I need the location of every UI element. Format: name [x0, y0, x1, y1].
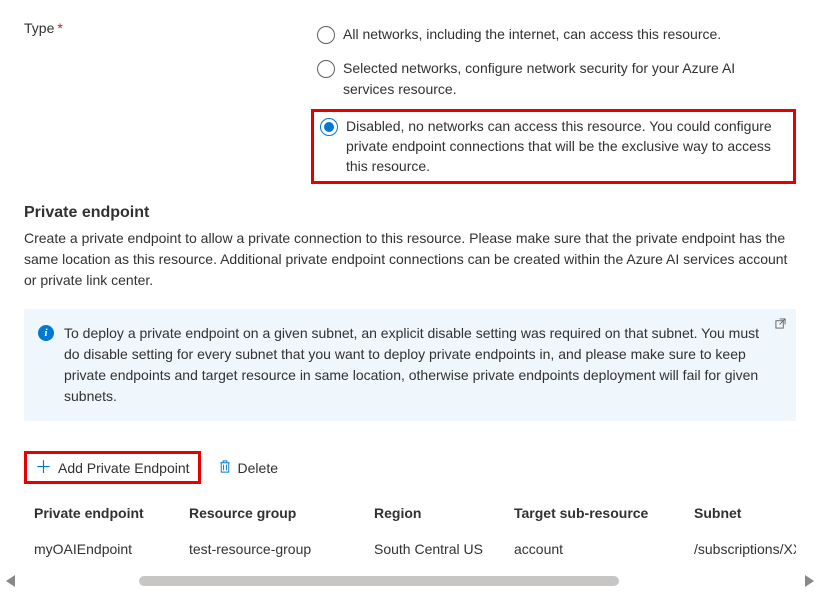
cell-region: South Central US [374, 541, 514, 557]
radio-label: Disabled, no networks can access this re… [346, 116, 787, 177]
add-button-label: Add Private Endpoint [58, 460, 190, 476]
col-header-region[interactable]: Region [374, 505, 514, 521]
radio-option-all-networks[interactable]: All networks, including the internet, ca… [311, 20, 796, 48]
table-row[interactable]: myOAIEndpoint test-resource-group South … [24, 531, 796, 567]
scroll-right-arrow-icon[interactable] [805, 575, 814, 587]
scroll-left-arrow-icon[interactable] [6, 575, 15, 587]
label-text: Type [24, 20, 54, 36]
plus-icon: ＋ [35, 459, 52, 476]
horizontal-scrollbar[interactable] [0, 575, 820, 595]
private-endpoint-toolbar: ＋ Add Private Endpoint Delete [24, 451, 796, 485]
radio-icon [320, 118, 338, 136]
col-header-subnet[interactable]: Subnet [694, 505, 796, 521]
required-asterisk: * [57, 20, 62, 36]
popout-icon[interactable] [775, 317, 786, 332]
radio-label: All networks, including the internet, ca… [343, 24, 721, 44]
private-endpoints-table: Private endpoint Resource group Region T… [24, 497, 796, 567]
info-callout: i To deploy a private endpoint on a give… [24, 309, 796, 421]
delete-button-label: Delete [238, 460, 278, 476]
trash-icon [218, 459, 232, 477]
radio-label: Selected networks, configure network sec… [343, 58, 790, 99]
radio-icon [317, 26, 335, 44]
radio-option-selected-networks[interactable]: Selected networks, configure network sec… [311, 54, 796, 103]
info-text: To deploy a private endpoint on a given … [64, 323, 780, 407]
private-endpoint-section-title: Private endpoint [24, 204, 796, 222]
scroll-track[interactable] [19, 576, 801, 586]
private-endpoint-section-description: Create a private endpoint to allow a pri… [24, 228, 796, 291]
add-private-endpoint-button[interactable]: ＋ Add Private Endpoint [24, 451, 201, 484]
cell-private-endpoint: myOAIEndpoint [24, 541, 189, 557]
cell-subnet: /subscriptions/XXXX- [694, 541, 796, 557]
table-header-row: Private endpoint Resource group Region T… [24, 497, 796, 531]
scroll-thumb[interactable] [139, 576, 619, 586]
col-header-resource-group[interactable]: Resource group [189, 505, 374, 521]
delete-button[interactable]: Delete [207, 451, 289, 485]
network-type-radio-group: All networks, including the internet, ca… [311, 20, 796, 184]
cell-target-sub-resource: account [514, 541, 694, 557]
network-type-field: Type* All networks, including the intern… [24, 20, 796, 184]
info-icon: i [38, 325, 54, 341]
col-header-private-endpoint[interactable]: Private endpoint [24, 505, 189, 521]
network-type-label: Type* [24, 20, 299, 184]
radio-option-disabled[interactable]: Disabled, no networks can access this re… [311, 109, 796, 184]
radio-icon [317, 60, 335, 78]
cell-resource-group: test-resource-group [189, 541, 374, 557]
col-header-target-sub-resource[interactable]: Target sub-resource [514, 505, 694, 521]
